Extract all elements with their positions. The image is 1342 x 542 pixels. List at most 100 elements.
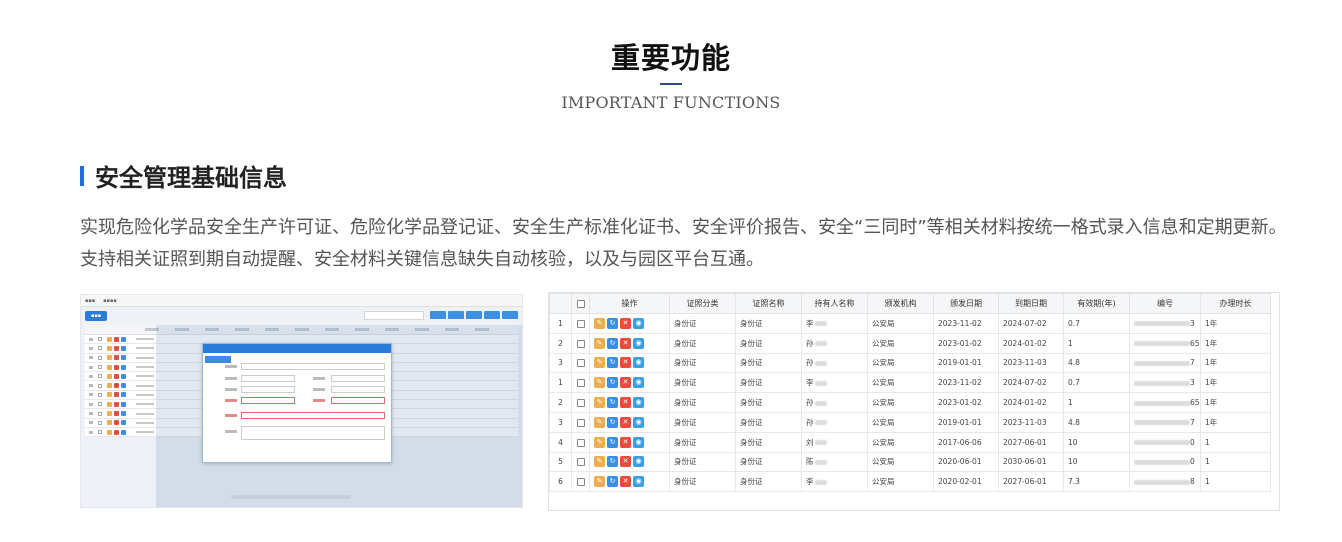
screenshot-pager (231, 495, 351, 499)
screenshot-row-number (89, 365, 93, 369)
table-row[interactable]: 2 ✎ ↻ ✕ ◉ 身份证 身份证孙公安局 2023-01-02 2024-01-02 1 65 1年 (549, 392, 1271, 413)
cell-holder: 陈 (801, 451, 868, 473)
edit-icon[interactable]: ✎ (594, 337, 605, 349)
select-all-checkbox[interactable] (576, 299, 585, 308)
row-select-cell[interactable] (571, 332, 590, 354)
delete-icon[interactable]: ✕ (620, 397, 631, 409)
row-checkbox[interactable] (576, 319, 585, 328)
table-row[interactable]: 3 ✎ ↻ ✕ ◉ 身份证 身份证孙公安局 2019-01-01 2023-11-03 4.8 7 1… (549, 411, 1271, 433)
cell-duration: 1 (1200, 451, 1271, 473)
view-icon[interactable]: ◉ (633, 416, 644, 428)
delete-icon[interactable]: ✕ (620, 436, 631, 448)
row-select-cell[interactable] (571, 352, 590, 374)
view-icon[interactable]: ◉ (633, 377, 644, 389)
table-row[interactable]: 5 ✎ ↻ ✕ ◉ 身份证 身份证陈公安局 2020-06-01 2030-06-01 10 0 1 (549, 451, 1271, 473)
refresh-icon[interactable]: ↻ (607, 436, 618, 448)
screenshot-toolbar-buttons (430, 311, 518, 319)
table-row[interactable]: 3 ✎ ↻ ✕ ◉ 身份证 身份证孙公安局 2019-01-01 2023-11-03 4.8 7 1… (549, 352, 1271, 374)
refresh-icon[interactable]: ↻ (607, 456, 618, 468)
row-checkbox[interactable] (576, 478, 585, 487)
delete-icon[interactable]: ✕ (620, 317, 631, 329)
row-select-cell[interactable] (571, 313, 590, 334)
holder-text: 李 (806, 477, 814, 487)
row-checkbox[interactable] (576, 379, 585, 388)
refresh-icon[interactable]: ↻ (607, 317, 618, 329)
refresh-icon[interactable]: ↻ (607, 397, 618, 409)
edit-icon[interactable]: ✎ (594, 377, 605, 389)
row-checkbox[interactable] (576, 399, 585, 408)
refresh-icon[interactable]: ↻ (607, 416, 618, 428)
edit-icon[interactable]: ✎ (594, 436, 605, 448)
row-checkbox[interactable] (576, 438, 585, 447)
table-row[interactable]: 2 ✎ ↻ ✕ ◉ 身份证 身份证孙公安局 2023-01-02 2024-01-02 1 65 1年 (549, 332, 1271, 354)
cell-expire-date: 2024-01-02 (998, 392, 1064, 413)
row-checkbox[interactable] (576, 458, 585, 467)
cell-code: 7 (1129, 352, 1201, 374)
page-title: 重要功能 (610, 41, 731, 75)
delete-icon[interactable]: ✕ (620, 337, 631, 349)
edit-icon[interactable]: ✎ (594, 357, 605, 369)
screenshot-modal-tag (205, 356, 231, 363)
cell-expire-date: 2024-07-02 (998, 372, 1064, 394)
refresh-icon[interactable]: ↻ (607, 337, 618, 349)
row-index: 2 (549, 392, 572, 413)
delete-icon[interactable]: ✕ (620, 377, 631, 389)
row-select-cell[interactable] (571, 392, 590, 413)
row-select-cell[interactable] (571, 471, 590, 493)
screenshot-checkbox (98, 374, 102, 379)
row-checkbox[interactable] (576, 418, 585, 427)
delete-icon[interactable]: ✕ (620, 357, 631, 369)
row-index: 1 (549, 372, 572, 394)
refresh-icon[interactable]: ↻ (607, 476, 618, 488)
screenshot-field (331, 375, 385, 382)
holder-text: 李 (806, 378, 814, 388)
view-icon[interactable]: ◉ (633, 397, 644, 409)
table-row[interactable]: 1 ✎ ↻ ✕ ◉ 身份证 身份证李公安局 2023-11-02 2024-07-02 0.7 3 1… (549, 372, 1271, 394)
row-select-cell[interactable] (571, 451, 590, 473)
cell-category: 身份证 (669, 332, 736, 354)
edit-icon[interactable]: ✎ (594, 476, 605, 488)
redacted-blur (814, 440, 827, 446)
view-icon[interactable]: ◉ (633, 337, 644, 349)
redacted-blur (814, 479, 827, 485)
view-icon[interactable]: ◉ (633, 476, 644, 488)
row-select-cell[interactable] (571, 372, 590, 394)
screenshot-action-icon (114, 411, 119, 417)
delete-icon[interactable]: ✕ (620, 476, 631, 488)
screenshot-field (241, 363, 385, 370)
cell-expire-date: 2023-11-03 (998, 352, 1064, 374)
cell-category: 身份证 (669, 471, 736, 493)
refresh-icon[interactable]: ↻ (607, 377, 618, 389)
edit-icon[interactable]: ✎ (594, 317, 605, 329)
table-row[interactable]: 6 ✎ ↻ ✕ ◉ 身份证 身份证李公安局 2020-02-01 2027-06-01 7.3 8 1 (549, 471, 1271, 493)
screenshot-action-icon (121, 411, 126, 417)
row-select-cell[interactable] (571, 411, 590, 433)
view-icon[interactable]: ◉ (633, 456, 644, 468)
row-checkbox[interactable] (576, 359, 585, 368)
screenshot-action-icon (107, 392, 112, 398)
edit-icon[interactable]: ✎ (594, 416, 605, 428)
edit-icon[interactable]: ✎ (594, 456, 605, 468)
edit-icon[interactable]: ✎ (594, 397, 605, 409)
screenshot-action-icon (107, 336, 112, 342)
view-icon[interactable]: ◉ (633, 357, 644, 369)
delete-icon[interactable]: ✕ (620, 456, 631, 468)
delete-icon[interactable]: ✕ (620, 416, 631, 428)
screenshot-checkbox (98, 383, 102, 388)
screenshot-modal-header (203, 344, 391, 353)
table-row[interactable]: 4 ✎ ↻ ✕ ◉ 身份证 身份证刘公安局 2017-06-06 2027-06-01 10 0 1 (549, 431, 1271, 453)
screenshot-checkbox (98, 402, 102, 407)
table-row[interactable]: 1 ✎ ↻ ✕ ◉ 身份证 身份证李公安局 2023-11-02 2024-07-02 0.7 3 1… (549, 313, 1271, 334)
view-icon[interactable]: ◉ (633, 436, 644, 448)
row-checkbox[interactable] (576, 339, 585, 348)
row-index: 4 (549, 431, 572, 453)
header-cell: 持有人名称 (801, 293, 868, 314)
refresh-icon[interactable]: ↻ (607, 357, 618, 369)
cell-issue-date: 2020-02-01 (933, 471, 999, 493)
screenshot-checkbox (98, 346, 102, 351)
view-icon[interactable]: ◉ (633, 317, 644, 329)
cell-duration: 1年 (1200, 372, 1271, 394)
row-select-cell[interactable] (571, 431, 590, 453)
header-select-all[interactable] (571, 293, 590, 314)
cell-duration: 1 (1200, 471, 1271, 493)
